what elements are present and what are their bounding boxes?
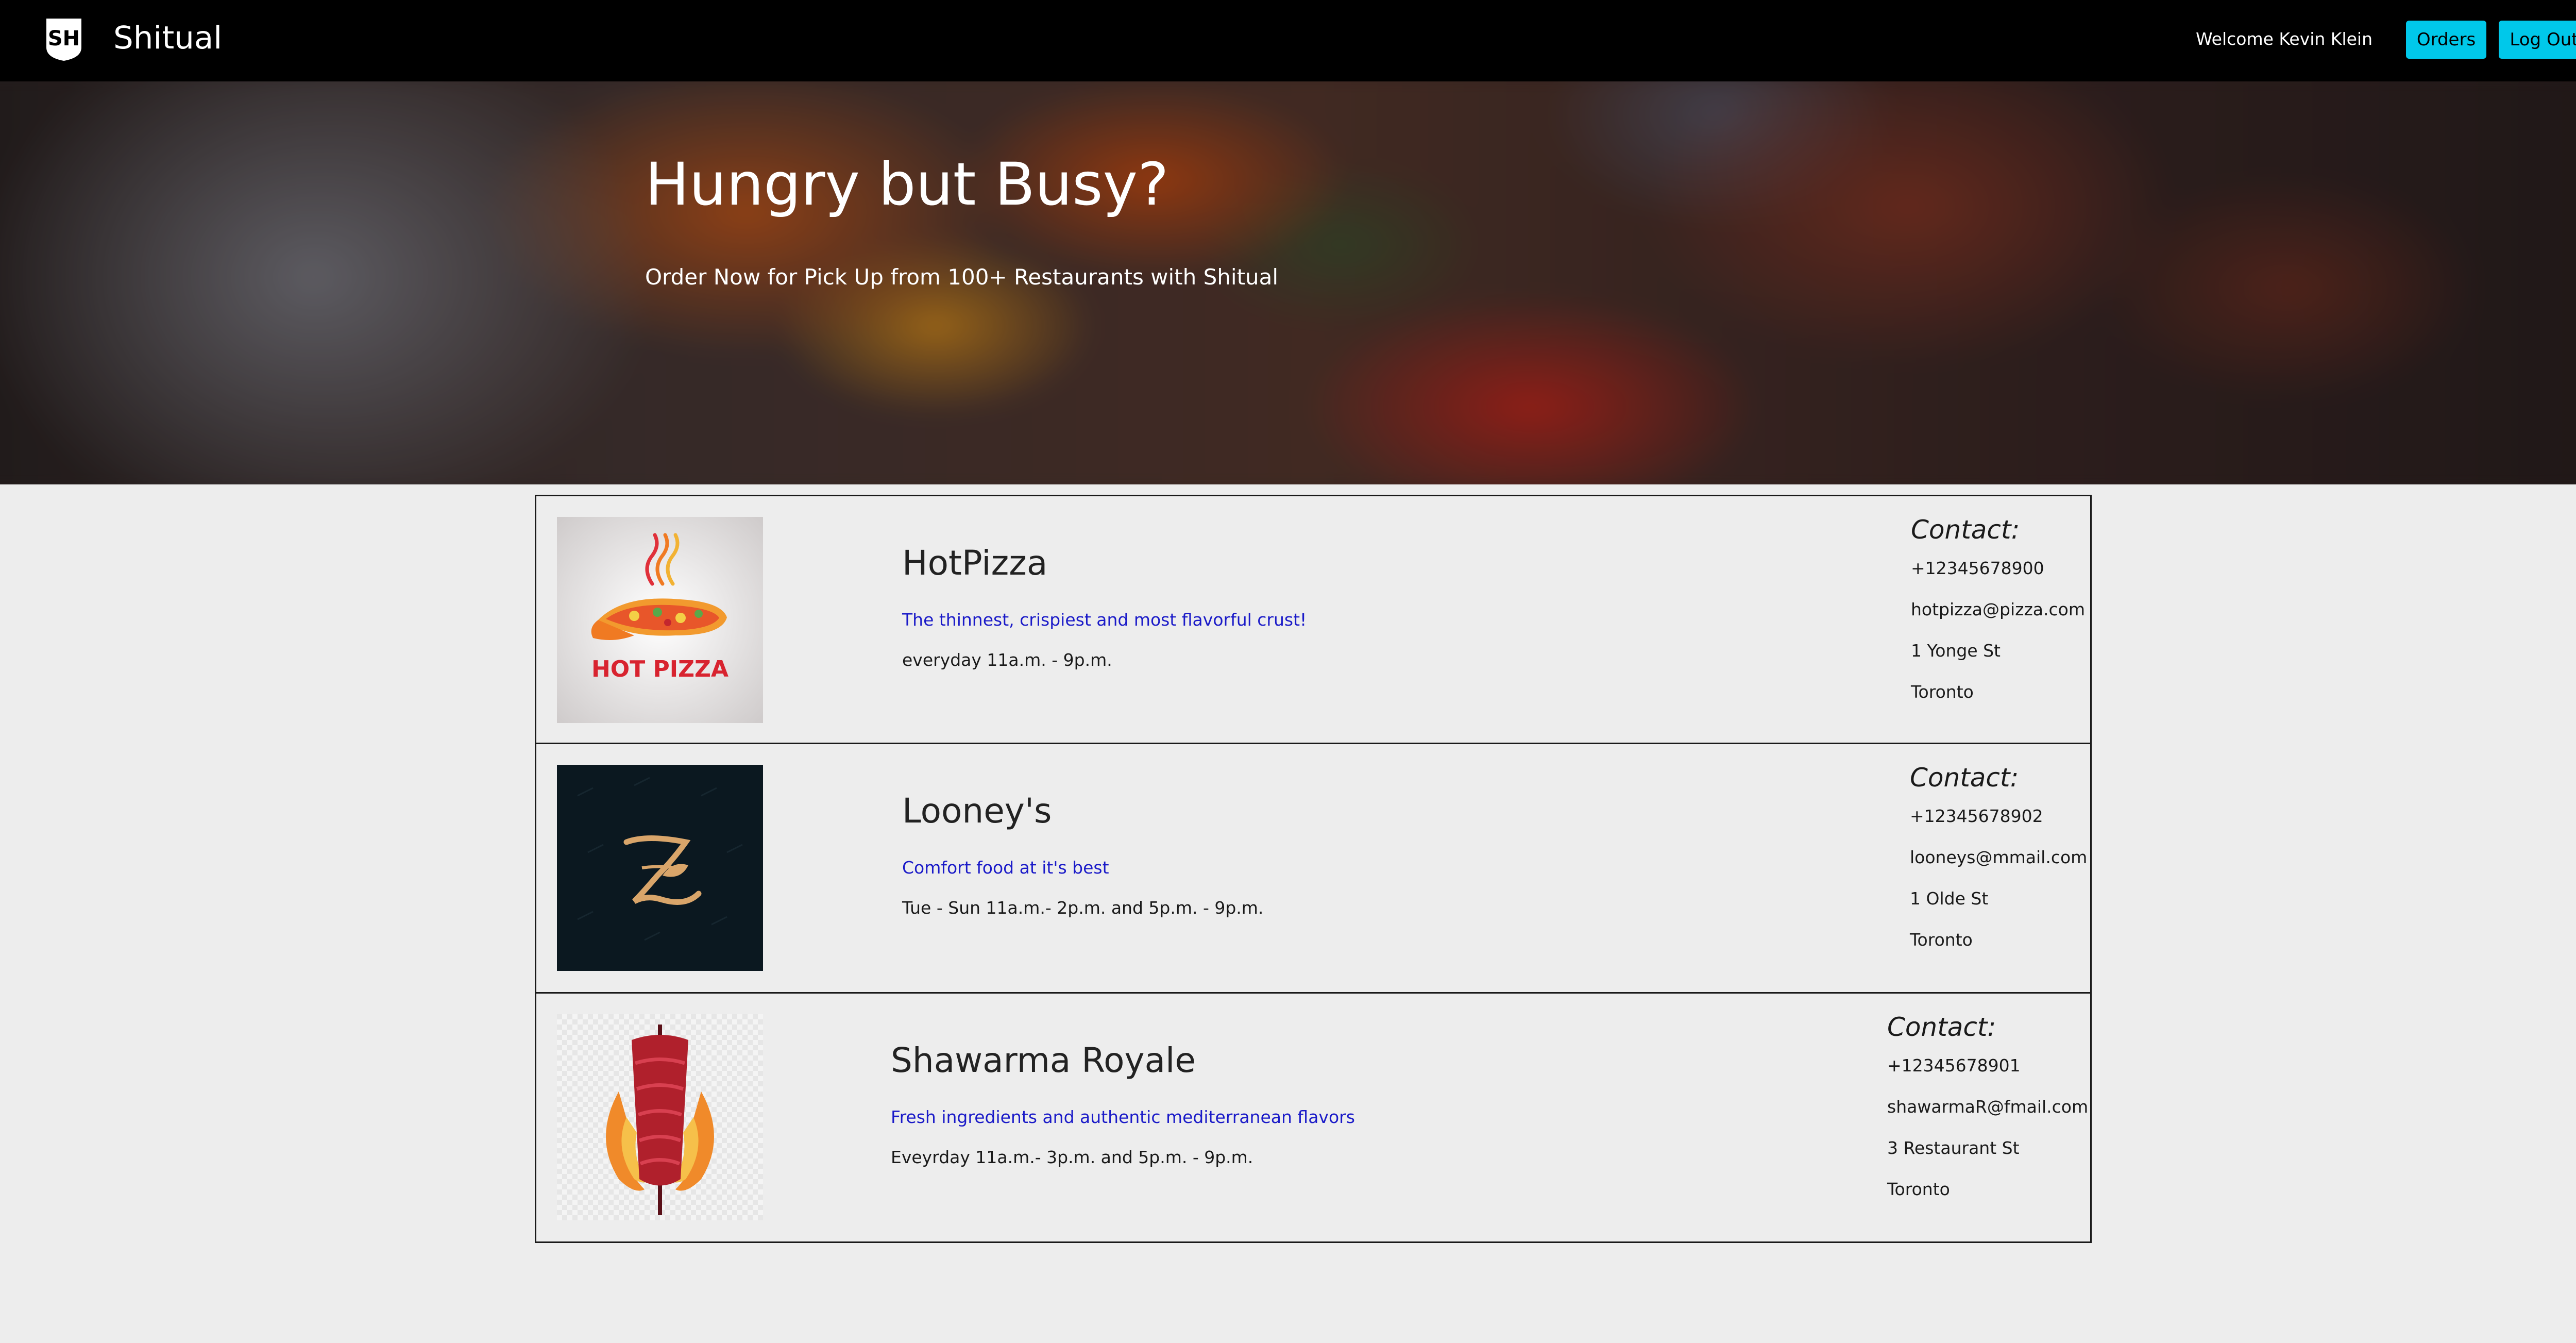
restaurant-card[interactable]: Shawarma Royale Fresh ingredients and au…	[535, 994, 2092, 1243]
contact-heading: Contact:	[1910, 763, 2019, 793]
restaurant-contact: Contact: +12345678901 shawarmaR@fmail.co…	[1887, 1009, 2093, 1210]
contact-heading: Contact:	[1911, 515, 2020, 545]
navbar: SH Shitual Welcome Kevin Klein Orders Lo…	[0, 0, 2576, 81]
restaurant-tagline: The thinnest, crispiest and most flavorf…	[902, 610, 1307, 630]
brand-logo-initials: SH	[48, 27, 80, 51]
restaurant-name[interactable]: HotPizza	[902, 538, 1675, 589]
hero-title: Hungry but Busy?	[645, 150, 1169, 219]
contact-phone: +12345678900	[1911, 558, 2044, 578]
contact-phone: +12345678902	[1910, 806, 2043, 826]
restaurant-info: Shawarma Royale Fresh ingredients and au…	[891, 1035, 1664, 1170]
contact-address: 3 Restaurant St	[1887, 1138, 2020, 1158]
brand-name[interactable]: Shitual	[113, 19, 222, 58]
contact-email: shawarmaR@fmail.com	[1887, 1097, 2089, 1117]
contact-city: Toronto	[1910, 930, 1973, 950]
contact-heading: Contact:	[1887, 1012, 1996, 1042]
restaurant-hours: Tue - Sun 11a.m.- 2p.m. and 5p.m. - 9p.m…	[902, 898, 1264, 918]
restaurant-contact: Contact: +12345678902 looneys@mmail.com …	[1910, 760, 2116, 961]
contact-address: 1 Yonge St	[1911, 641, 2001, 661]
brand-logo[interactable]: SH	[44, 16, 83, 62]
contact-city: Toronto	[1911, 682, 1974, 702]
restaurant-info: HotPizza The thinnest, crispiest and mos…	[902, 538, 1675, 673]
contact-phone: +12345678901	[1887, 1055, 2021, 1076]
restaurant-contact: Contact: +12345678900 hotpizza@pizza.com…	[1911, 512, 2117, 713]
restaurant-card[interactable]: HOT PIZZA HotPizza The thinnest, crispie…	[535, 495, 2092, 744]
restaurant-info: Looney's Comfort food at it's best Tue -…	[902, 785, 1675, 920]
restaurant-list: HOT PIZZA HotPizza The thinnest, crispie…	[535, 495, 2092, 1243]
restaurant-card[interactable]: Looney's Comfort food at it's best Tue -…	[535, 744, 2092, 994]
hero-subtitle: Order Now for Pick Up from 100+ Restaura…	[645, 264, 1279, 290]
restaurant-logo-hotpizza[interactable]: HOT PIZZA	[557, 517, 763, 723]
orders-button[interactable]: Orders	[2406, 21, 2486, 59]
restaurant-logo-looneys[interactable]	[557, 765, 763, 971]
restaurant-logo-text: HOT PIZZA	[591, 656, 728, 682]
welcome-message: Welcome Kevin Klein	[2195, 29, 2372, 49]
restaurant-name[interactable]: Looney's	[902, 785, 1675, 837]
restaurant-tagline: Fresh ingredients and authentic mediterr…	[891, 1107, 1355, 1127]
contact-email: looneys@mmail.com	[1910, 847, 2088, 867]
restaurant-tagline: Comfort food at it's best	[902, 858, 1109, 878]
restaurant-logo-shawarma[interactable]	[557, 1014, 763, 1220]
restaurant-hours: everyday 11a.m. - 9p.m.	[902, 650, 1112, 670]
contact-address: 1 Olde St	[1910, 888, 1989, 909]
contact-email: hotpizza@pizza.com	[1911, 599, 2085, 619]
restaurant-name[interactable]: Shawarma Royale	[891, 1035, 1664, 1086]
contact-city: Toronto	[1887, 1179, 1950, 1199]
logout-button[interactable]: Log Out	[2499, 21, 2576, 59]
hero-banner: Hungry but Busy? Order Now for Pick Up f…	[0, 81, 2576, 484]
restaurant-hours: Eveyrday 11a.m.- 3p.m. and 5p.m. - 9p.m.	[891, 1147, 1253, 1167]
